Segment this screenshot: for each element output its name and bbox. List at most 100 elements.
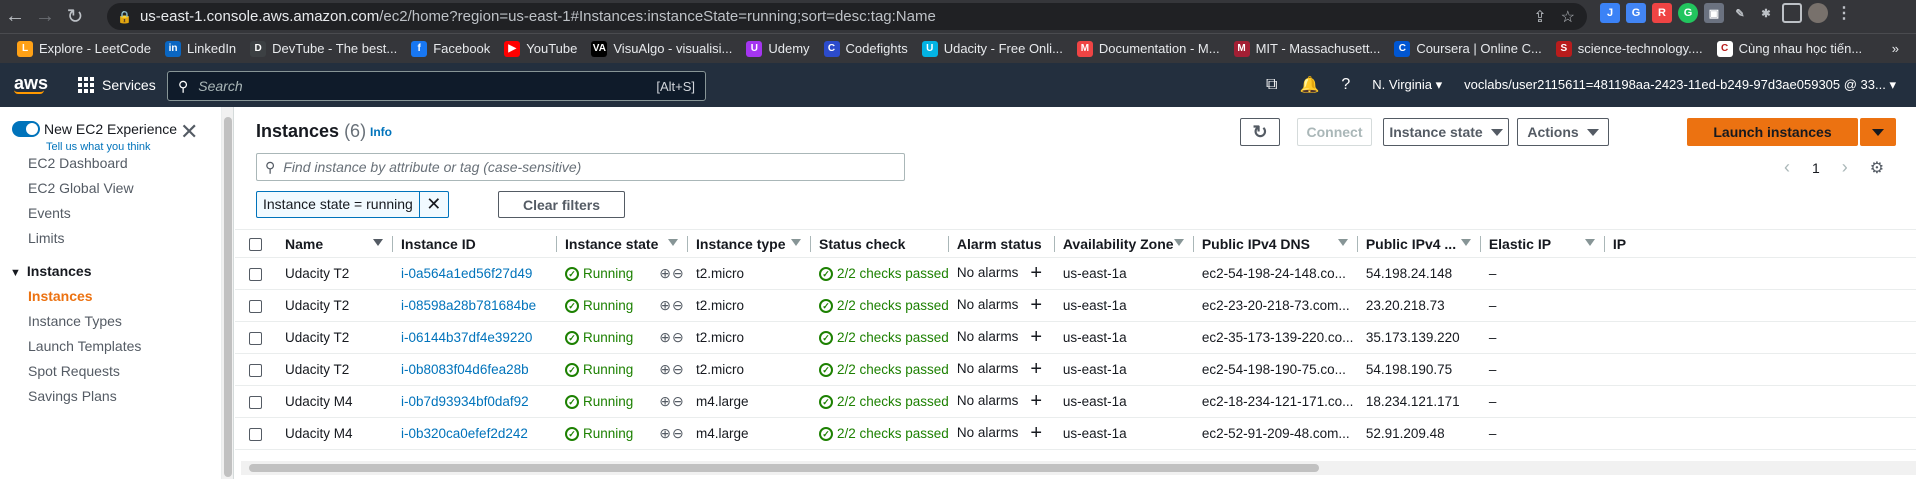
table-row[interactable]: Udacity T2 i-0b8083f04d6fea28b ✓ Running ⊕⊖ t… bbox=[235, 353, 1916, 386]
row-checkbox[interactable] bbox=[249, 331, 262, 345]
reload-icon[interactable]: ↻ bbox=[60, 2, 90, 32]
instance-id-link[interactable]: i-0a564a1ed56f27d49 bbox=[401, 266, 532, 281]
remove-filter-icon[interactable]: ✕ bbox=[420, 192, 448, 217]
extension-icon[interactable]: J bbox=[1600, 3, 1620, 23]
launch-instances-button[interactable]: Launch instances bbox=[1687, 118, 1858, 146]
col-elastic-ip[interactable]: Elastic IP bbox=[1480, 229, 1605, 258]
sidebar-item-instance-types[interactable]: Instance Types bbox=[28, 313, 122, 329]
col-ip-truncated[interactable]: IP bbox=[1604, 229, 1916, 258]
bookmark-item[interactable]: C Codefights bbox=[817, 40, 915, 57]
bookmark-item[interactable]: M MIT - Massachusett... bbox=[1227, 40, 1388, 57]
col-alarm-status[interactable]: Alarm status bbox=[948, 229, 1055, 258]
table-horizontal-scrollbar[interactable] bbox=[241, 461, 1916, 475]
refresh-button[interactable]: ↻ bbox=[1240, 118, 1280, 146]
bookmark-item[interactable]: U Udemy bbox=[739, 40, 816, 57]
zoom-out-icon[interactable]: ⊖ bbox=[672, 297, 685, 313]
instance-id-link[interactable]: i-08598a28b781684be bbox=[401, 298, 536, 313]
bookmark-item[interactable]: Sscience-technology.... bbox=[1549, 40, 1710, 57]
services-menu[interactable]: Services bbox=[78, 77, 156, 93]
account-menu[interactable]: voclabs/user2115611=481198aa-2423-11ed-b… bbox=[1464, 77, 1896, 93]
sidebar-scrollbar[interactable] bbox=[222, 107, 234, 479]
translate-icon[interactable]: G bbox=[1626, 3, 1646, 23]
share-icon[interactable]: ⇪ bbox=[1533, 7, 1546, 27]
bookmark-item[interactable]: C Cùng nhau học tiến... bbox=[1710, 40, 1870, 57]
bookmark-item[interactable]: D DevTube - The best... bbox=[243, 40, 404, 57]
col-public-dns[interactable]: Public IPv4 DNS bbox=[1193, 229, 1358, 258]
zoom-in-icon[interactable]: ⊕ bbox=[659, 265, 672, 281]
address-bar[interactable]: 🔒 us-east-1.console.aws.amazon.com /ec2/… bbox=[107, 3, 1587, 30]
instance-search-input[interactable]: ⚲ Find instance by attribute or tag (cas… bbox=[256, 153, 905, 181]
sidebar-section-instances[interactable]: ▼ Instances bbox=[10, 263, 91, 279]
back-icon[interactable]: ← bbox=[0, 2, 30, 32]
instance-id-link[interactable]: i-0b8083f04d6fea28b bbox=[401, 362, 529, 377]
sidebar-item-instances[interactable]: Instances bbox=[28, 288, 93, 304]
table-row[interactable]: Udacity M4 i-0b320ca0efef2d242 ✓ Running ⊕⊖ m… bbox=[235, 417, 1916, 450]
forward-icon[interactable]: → bbox=[30, 2, 60, 32]
info-link[interactable]: Info bbox=[370, 125, 392, 139]
bookmark-item[interactable]: L Explore - LeetCode bbox=[10, 40, 158, 57]
add-alarm-icon[interactable]: + bbox=[1030, 358, 1042, 380]
sidebar-item-ec2-global-view[interactable]: EC2 Global View bbox=[28, 180, 134, 196]
clear-filters-button[interactable]: Clear filters bbox=[498, 191, 625, 218]
zoom-out-icon[interactable]: ⊖ bbox=[672, 265, 685, 281]
sidebar-item-ec2-dashboard[interactable]: EC2 Dashboard bbox=[28, 155, 128, 171]
actions-button[interactable]: Actions bbox=[1517, 118, 1609, 146]
launch-dropdown-button[interactable] bbox=[1860, 118, 1896, 146]
col-availability-zone[interactable]: Availability Zone bbox=[1054, 229, 1194, 258]
table-row[interactable]: Udacity T2 i-06144b37df4e39220 ✓ Running ⊕⊖ t… bbox=[235, 321, 1916, 354]
sidebar-item-limits[interactable]: Limits bbox=[28, 230, 65, 246]
col-instance-type[interactable]: Instance type bbox=[688, 229, 811, 258]
side-panel-icon[interactable] bbox=[1782, 3, 1802, 23]
row-checkbox[interactable] bbox=[249, 395, 262, 409]
bookmark-item[interactable]: U Udacity - Free Onli... bbox=[915, 40, 1070, 57]
add-alarm-icon[interactable]: + bbox=[1030, 422, 1042, 444]
profile-avatar[interactable] bbox=[1808, 3, 1828, 23]
zoom-in-icon[interactable]: ⊕ bbox=[659, 361, 672, 377]
zoom-out-icon[interactable]: ⊖ bbox=[672, 425, 685, 441]
chevron-right-icon[interactable]: › bbox=[1842, 157, 1848, 178]
row-checkbox[interactable] bbox=[249, 427, 262, 441]
add-alarm-icon[interactable]: + bbox=[1030, 262, 1042, 284]
region-selector[interactable]: N. Virginia ▾ bbox=[1372, 77, 1442, 93]
add-alarm-icon[interactable]: + bbox=[1030, 326, 1042, 348]
settings-gear-icon[interactable]: ⚙ bbox=[1870, 158, 1884, 178]
bookmark-item[interactable]: ▶ YouTube bbox=[497, 40, 584, 57]
zoom-in-icon[interactable]: ⊕ bbox=[659, 425, 672, 441]
zoom-in-icon[interactable]: ⊕ bbox=[659, 329, 672, 345]
instance-id-link[interactable]: i-06144b37df4e39220 bbox=[401, 330, 532, 345]
status-check-label[interactable]: 2/2 checks passed bbox=[837, 426, 949, 441]
row-checkbox[interactable] bbox=[249, 299, 262, 313]
aws-search-input[interactable]: ⚲ Search [Alt+S] bbox=[167, 71, 706, 101]
row-checkbox[interactable] bbox=[249, 267, 262, 281]
col-public-ip[interactable]: Public IPv4 ... bbox=[1357, 229, 1481, 258]
zoom-in-icon[interactable]: ⊕ bbox=[659, 393, 672, 409]
col-instance-id[interactable]: Instance ID bbox=[393, 229, 557, 258]
cloudshell-icon[interactable]: ⧉ bbox=[1266, 76, 1277, 94]
bookmark-item[interactable]: M Documentation - M... bbox=[1070, 40, 1227, 57]
extension-icon[interactable]: ✎ bbox=[1730, 3, 1750, 23]
zoom-out-icon[interactable]: ⊖ bbox=[672, 329, 685, 345]
status-check-label[interactable]: 2/2 checks passed bbox=[837, 394, 949, 409]
instance-id-link[interactable]: i-0b320ca0efef2d242 bbox=[401, 426, 528, 441]
col-name[interactable]: Name bbox=[277, 229, 393, 258]
aws-logo[interactable]: aws bbox=[14, 74, 48, 94]
extension-icon[interactable]: G bbox=[1678, 3, 1698, 23]
feedback-link[interactable]: Tell us what you think bbox=[46, 141, 151, 153]
sidebar-item-spot-requests[interactable]: Spot Requests bbox=[28, 363, 120, 379]
page-number[interactable]: 1 bbox=[1812, 160, 1820, 176]
extension-icon[interactable]: R bbox=[1652, 3, 1672, 23]
bookmarks-overflow-icon[interactable]: » bbox=[1885, 41, 1906, 56]
status-check-label[interactable]: 2/2 checks passed bbox=[837, 362, 949, 377]
col-instance-state[interactable]: Instance state bbox=[557, 229, 688, 258]
zoom-out-icon[interactable]: ⊖ bbox=[672, 393, 685, 409]
bookmark-item[interactable]: C Coursera | Online C... bbox=[1387, 40, 1548, 57]
sidebar-item-savings-plans[interactable]: Savings Plans bbox=[28, 388, 117, 404]
menu-icon[interactable]: ⋮ bbox=[1834, 3, 1854, 23]
star-icon[interactable]: ☆ bbox=[1561, 7, 1575, 27]
notifications-bell-icon[interactable]: 🔔 bbox=[1299, 75, 1319, 95]
status-check-label[interactable]: 2/2 checks passed bbox=[837, 330, 949, 345]
extensions-puzzle-icon[interactable]: ✱ bbox=[1756, 3, 1776, 23]
status-check-label[interactable]: 2/2 checks passed bbox=[837, 298, 949, 313]
extension-icon[interactable]: ▣ bbox=[1704, 3, 1724, 23]
status-check-label[interactable]: 2/2 checks passed bbox=[837, 266, 949, 281]
